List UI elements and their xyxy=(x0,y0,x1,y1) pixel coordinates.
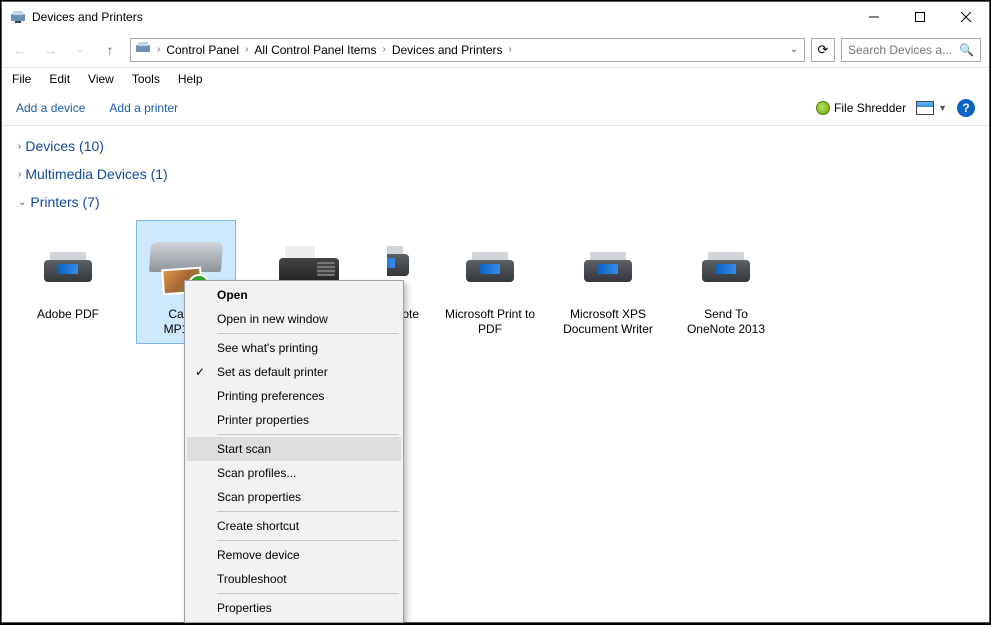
menu-tools[interactable]: Tools xyxy=(128,70,164,88)
chevron-right-icon[interactable]: › xyxy=(505,44,516,55)
search-placeholder: Search Devices a... xyxy=(848,43,952,57)
printer-icon xyxy=(387,236,417,284)
menu-item-scan-profiles[interactable]: Scan profiles... xyxy=(187,461,401,485)
printers-row: Adobe PDF ✓ CanonMP160 [ ote xyxy=(12,216,979,348)
menu-item-start-scan[interactable]: Start scan xyxy=(187,437,401,461)
group-devices[interactable]: › Devices (10) xyxy=(12,132,979,160)
menu-separator xyxy=(217,540,399,541)
check-icon: ✓ xyxy=(195,365,205,379)
menu-item-scan-properties[interactable]: Scan properties xyxy=(187,485,401,509)
menu-item-see-what-s-printing[interactable]: See what's printing xyxy=(187,336,401,360)
menu-help[interactable]: Help xyxy=(174,70,207,88)
maximize-button[interactable] xyxy=(897,2,943,32)
menu-item-printing-preferences[interactable]: Printing preferences xyxy=(187,384,401,408)
command-bar: Add a device Add a printer File Shredder… xyxy=(2,90,989,126)
menu-separator xyxy=(217,511,399,512)
uac-shield-icon xyxy=(193,489,209,505)
chevron-down-icon: ⌄ xyxy=(18,197,26,208)
window-title: Devices and Printers xyxy=(32,10,143,24)
menu-edit[interactable]: Edit xyxy=(45,70,74,88)
minimize-button[interactable] xyxy=(851,2,897,32)
menu-item-create-shortcut[interactable]: Create shortcut xyxy=(187,514,401,538)
breadcrumb[interactable]: Devices and Printers xyxy=(390,43,505,57)
view-mode-button[interactable]: ▼ xyxy=(916,101,947,115)
printer-icon xyxy=(694,242,758,290)
up-button[interactable]: ↑ xyxy=(96,36,124,64)
address-bar-row: ← → ⌄ ↑ › Control Panel › All Control Pa… xyxy=(2,32,989,68)
breadcrumb[interactable]: All Control Panel Items xyxy=(252,43,378,57)
forward-button[interactable]: → xyxy=(36,36,64,64)
group-printers[interactable]: ⌄ Printers (7) xyxy=(12,188,979,216)
content-area: › Devices (10) › Multimedia Devices (1) … xyxy=(2,126,989,622)
devices-printers-window: Devices and Printers ← → ⌄ ↑ › Control P… xyxy=(1,1,990,623)
refresh-button[interactable]: ⟳ xyxy=(811,38,835,62)
menu-item-troubleshoot[interactable]: Troubleshoot xyxy=(187,567,401,591)
menu-separator xyxy=(217,333,399,334)
chevron-right-icon[interactable]: › xyxy=(153,44,164,55)
printer-item-onenote[interactable]: Send To OneNote 2013 xyxy=(676,220,776,344)
printer-item-ms-print-pdf[interactable]: Microsoft Print to PDF xyxy=(440,220,540,344)
uac-shield-icon xyxy=(193,547,209,563)
printer-context-menu: OpenOpen in new window See what's printin… xyxy=(184,280,404,623)
title-bar: Devices and Printers xyxy=(2,2,989,32)
menu-item-open[interactable]: Open xyxy=(187,283,401,307)
back-button[interactable]: ← xyxy=(6,36,34,64)
address-dropdown[interactable]: ⌄ xyxy=(784,44,804,55)
chevron-down-icon: ▼ xyxy=(938,103,947,113)
printer-item-adobe-pdf[interactable]: Adobe PDF xyxy=(18,220,118,344)
breadcrumb-bar[interactable]: › Control Panel › All Control Panel Item… xyxy=(130,38,805,62)
menu-file[interactable]: File xyxy=(8,70,35,88)
close-button[interactable] xyxy=(943,2,989,32)
breadcrumb[interactable]: Control Panel xyxy=(164,43,241,57)
menu-item-printer-properties[interactable]: Printer properties xyxy=(187,408,401,432)
recent-locations-button[interactable]: ⌄ xyxy=(66,36,94,64)
menu-separator xyxy=(217,593,399,594)
menu-separator xyxy=(217,434,399,435)
menu-item-properties[interactable]: Properties xyxy=(187,596,401,620)
printer-item-ms-xps[interactable]: Microsoft XPS Document Writer xyxy=(558,220,658,344)
printer-icon xyxy=(458,242,522,290)
group-multimedia[interactable]: › Multimedia Devices (1) xyxy=(12,160,979,188)
menu-item-set-as-default-printer[interactable]: ✓Set as default printer xyxy=(187,360,401,384)
search-input[interactable]: Search Devices a... 🔍 xyxy=(841,38,981,62)
printer-icon xyxy=(36,242,100,290)
chevron-right-icon: › xyxy=(18,169,21,180)
menu-item-open-in-new-window[interactable]: Open in new window xyxy=(187,307,401,331)
chevron-right-icon[interactable]: › xyxy=(241,44,252,55)
chevron-right-icon[interactable]: › xyxy=(378,44,389,55)
devices-printers-icon xyxy=(135,40,151,59)
help-button[interactable]: ? xyxy=(957,99,975,117)
help-icon: ? xyxy=(957,99,975,117)
shredder-icon xyxy=(816,101,830,115)
chevron-right-icon: › xyxy=(18,141,21,152)
view-mode-icon xyxy=(916,101,934,115)
printer-icon xyxy=(576,242,640,290)
devices-printers-icon xyxy=(10,9,26,25)
add-printer-link[interactable]: Add a printer xyxy=(109,101,178,115)
menu-view[interactable]: View xyxy=(84,70,118,88)
add-device-link[interactable]: Add a device xyxy=(16,101,85,115)
file-shredder-button[interactable]: File Shredder xyxy=(816,101,906,115)
menu-bar: File Edit View Tools Help xyxy=(2,68,989,90)
search-icon: 🔍 xyxy=(959,43,974,57)
menu-item-remove-device[interactable]: Remove device xyxy=(187,543,401,567)
